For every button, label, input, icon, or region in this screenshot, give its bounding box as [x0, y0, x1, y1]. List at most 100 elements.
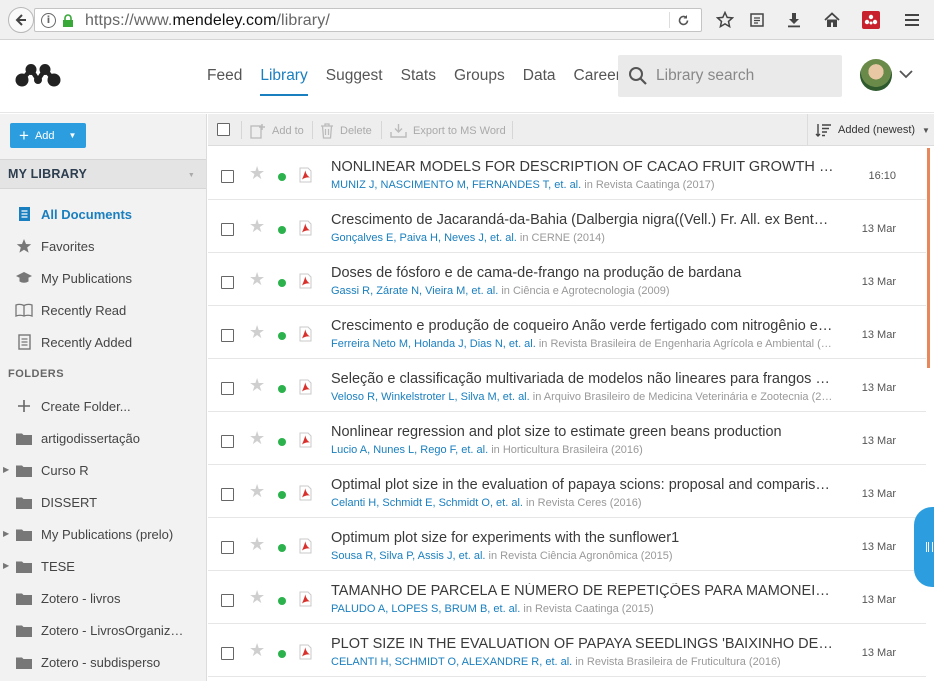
mendeley-extension-button[interactable]: [860, 10, 882, 30]
caret-right-icon[interactable]: ▶: [3, 529, 9, 538]
table-row[interactable]: ★ TAMANHO DE PARCELA E NÚMERO DE REPETIÇÕ…: [208, 571, 926, 624]
pdf-icon[interactable]: [299, 167, 312, 188]
favorite-star-icon[interactable]: ★: [249, 271, 265, 289]
favorite-star-icon[interactable]: ★: [249, 377, 265, 395]
pdf-icon[interactable]: [299, 220, 312, 241]
document-authors[interactable]: CELANTI H, SCHMIDT O, ALEXANDRE R, et. a…: [331, 656, 572, 668]
document-title[interactable]: Optimal plot size in the evaluation of p…: [331, 477, 834, 493]
table-row[interactable]: ★ Doses de fósforo e de cama-de-frango na…: [208, 253, 926, 306]
folder-item[interactable]: ▶ TESE: [0, 550, 206, 582]
document-authors[interactable]: MUNIZ J, NASCIMENTO M, FERNANDES T, et. …: [331, 179, 581, 191]
row-checkbox[interactable]: [221, 170, 234, 183]
pdf-icon[interactable]: [299, 379, 312, 400]
table-row[interactable]: ★ NONLINEAR MODELS FOR DESCRIPTION OF CAC…: [208, 147, 926, 200]
reading-list-button[interactable]: [746, 10, 768, 30]
document-authors[interactable]: Sousa R, Silva P, Assis J, et. al.: [331, 550, 485, 562]
sidebar-item-recently-read[interactable]: Recently Read: [0, 294, 206, 326]
chevron-down-icon[interactable]: [898, 69, 914, 79]
document-authors[interactable]: Gonçalves E, Paiva H, Neves J, et. al.: [331, 232, 517, 244]
download-button[interactable]: [783, 10, 805, 30]
row-checkbox[interactable]: [221, 276, 234, 289]
table-row[interactable]: ★ Crescimento de Jacarandá-da-Bahia (Dalb…: [208, 200, 926, 253]
pdf-icon[interactable]: [299, 326, 312, 347]
details-panel-toggle[interactable]: [914, 507, 934, 587]
create-folder-button[interactable]: Create Folder...: [0, 390, 206, 422]
folder-item[interactable]: DISSERT: [0, 486, 206, 518]
select-all-checkbox[interactable]: [217, 123, 230, 136]
folder-item[interactable]: Zotero - livros: [0, 582, 206, 614]
document-authors[interactable]: Veloso R, Winkelstroter L, Silva M, et. …: [331, 391, 530, 403]
row-checkbox[interactable]: [221, 594, 234, 607]
nav-suggest[interactable]: Suggest: [326, 41, 383, 97]
sort-dropdown[interactable]: Added (newest) ▼: [807, 114, 934, 146]
favorite-star-icon[interactable]: ★: [249, 218, 265, 236]
table-row[interactable]: ★ Crescimento e produção de coqueiro Anão…: [208, 306, 926, 359]
favorite-star-icon[interactable]: ★: [249, 165, 265, 183]
document-title[interactable]: Seleção e classificação multivariada de …: [331, 371, 834, 387]
caret-right-icon[interactable]: ▶: [3, 561, 9, 570]
document-authors[interactable]: Gassi R, Zárate N, Vieira M, et. al.: [331, 285, 498, 297]
pdf-icon[interactable]: [299, 273, 312, 294]
document-title[interactable]: Nonlinear regression and plot size to es…: [331, 424, 834, 440]
sidebar-item-my-publications[interactable]: My Publications: [0, 262, 206, 294]
export-button[interactable]: Export to MS Word: [390, 123, 506, 138]
document-authors[interactable]: Ferreira Neto M, Holanda J, Dias N, et. …: [331, 338, 536, 350]
document-title[interactable]: Crescimento de Jacarandá-da-Bahia (Dalbe…: [331, 212, 834, 228]
mendeley-logo[interactable]: [14, 63, 62, 96]
nav-groups[interactable]: Groups: [454, 41, 505, 97]
table-row[interactable]: ★ Optimal plot size in the evaluation of …: [208, 465, 926, 518]
row-checkbox[interactable]: [221, 647, 234, 660]
sidebar-item-favorites[interactable]: Favorites: [0, 230, 206, 262]
favorite-star-icon[interactable]: ★: [249, 483, 265, 501]
row-checkbox[interactable]: [221, 435, 234, 448]
my-library-heading[interactable]: MY LIBRARY ▼: [0, 159, 206, 189]
favorite-star-icon[interactable]: ★: [249, 642, 265, 660]
folder-item[interactable]: ▶ My Publications (prelo): [0, 518, 206, 550]
table-row[interactable]: ★ Seleção e classificação multivariada de…: [208, 359, 926, 412]
row-checkbox[interactable]: [221, 488, 234, 501]
document-title[interactable]: Optimum plot size for experiments with t…: [331, 530, 834, 546]
nav-feed[interactable]: Feed: [207, 41, 242, 97]
document-title[interactable]: PLOT SIZE IN THE EVALUATION OF PAPAYA SE…: [331, 636, 834, 652]
document-title[interactable]: TAMANHO DE PARCELA E NÚMERO DE REPETIÇÕE…: [331, 583, 834, 599]
pdf-icon[interactable]: [299, 591, 312, 612]
add-to-button[interactable]: Add to: [250, 123, 304, 139]
favorite-star-icon[interactable]: ★: [249, 589, 265, 607]
avatar[interactable]: [860, 59, 892, 91]
scrollbar[interactable]: [927, 148, 930, 368]
delete-button[interactable]: Delete: [320, 123, 372, 139]
caret-right-icon[interactable]: ▶: [3, 465, 9, 474]
nav-stats[interactable]: Stats: [401, 41, 436, 97]
row-checkbox[interactable]: [221, 382, 234, 395]
sidebar-item-recently-added[interactable]: Recently Added: [0, 326, 206, 358]
document-authors[interactable]: PALUDO A, LOPES S, BRUM B, et. al.: [331, 603, 520, 615]
menu-button[interactable]: [901, 10, 923, 30]
reload-button[interactable]: [669, 12, 697, 28]
document-title[interactable]: Doses de fósforo e de cama-de-frango na …: [331, 265, 834, 281]
row-checkbox[interactable]: [221, 329, 234, 342]
nav-data[interactable]: Data: [523, 41, 556, 97]
document-title[interactable]: Crescimento e produção de coqueiro Anão …: [331, 318, 834, 334]
pdf-icon[interactable]: [299, 538, 312, 559]
pdf-icon[interactable]: [299, 644, 312, 665]
bookmark-star-button[interactable]: [714, 10, 736, 30]
pdf-icon[interactable]: [299, 485, 312, 506]
folder-item[interactable]: ▶ Curso R: [0, 454, 206, 486]
favorite-star-icon[interactable]: ★: [249, 324, 265, 342]
folder-item[interactable]: Zotero - subdisperso: [0, 646, 206, 678]
row-checkbox[interactable]: [221, 541, 234, 554]
sidebar-item-all-documents[interactable]: All Documents: [0, 198, 206, 230]
document-authors[interactable]: Lucio A, Nunes L, Rego F, et. al.: [331, 444, 488, 456]
pdf-icon[interactable]: [299, 432, 312, 453]
home-button[interactable]: [821, 10, 843, 30]
document-title[interactable]: NONLINEAR MODELS FOR DESCRIPTION OF CACA…: [331, 159, 834, 175]
add-button[interactable]: + Add ▼: [10, 123, 86, 148]
url-bar[interactable]: i https://www.mendeley.com/library/: [34, 8, 702, 32]
row-checkbox[interactable]: [221, 223, 234, 236]
table-row[interactable]: ★ PLOT SIZE IN THE EVALUATION OF PAPAYA S…: [208, 624, 926, 677]
table-row[interactable]: ★ Optimum plot size for experiments with …: [208, 518, 926, 571]
info-icon[interactable]: i: [41, 13, 56, 28]
back-button[interactable]: [8, 7, 34, 33]
favorite-star-icon[interactable]: ★: [249, 536, 265, 554]
folder-item[interactable]: Zotero - LivrosOrganiz…: [0, 614, 206, 646]
